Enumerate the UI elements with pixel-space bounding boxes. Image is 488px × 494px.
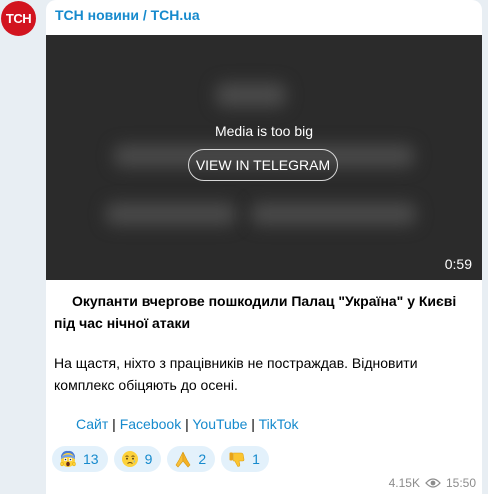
sad-face-icon <box>121 450 139 468</box>
video-duration: 0:59 <box>444 256 472 272</box>
message-meta: 4.15K 15:50 <box>389 476 476 490</box>
post-body: На щастя, ніхто з працівників не постраж… <box>54 355 418 393</box>
headline-text: Окупанти вчергове пошкодили Палац "Украї… <box>54 293 457 331</box>
link-separator: | <box>181 416 193 432</box>
message-bubble: ТСН новини / TCH.ua Media is too big VIE… <box>46 0 482 494</box>
link-separator: | <box>108 416 120 432</box>
video-preview[interactable]: Media is too big VIEW IN TELEGRAM 0:59 <box>46 35 482 280</box>
link-facebook[interactable]: Facebook <box>120 416 181 432</box>
reaction-count: 1 <box>252 451 260 467</box>
reactions-bar: 13 9 2 1 <box>52 446 269 472</box>
reaction-count: 9 <box>144 451 153 467</box>
avatar-text: ТСН <box>5 11 32 26</box>
social-links: Сайт | Facebook | YouTube | TikTok <box>76 416 299 432</box>
reaction-pray[interactable]: 2 <box>167 446 216 472</box>
reaction-thumbs-down[interactable]: 1 <box>221 446 269 472</box>
reaction-count: 13 <box>83 451 99 467</box>
post-headline: Окупанти вчергове пошкодили Палац "Украї… <box>54 290 474 334</box>
message-time: 15:50 <box>445 476 476 490</box>
link-tiktok[interactable]: TikTok <box>259 416 299 432</box>
view-count: 4.15K <box>388 476 420 490</box>
link-separator: | <box>247 416 259 432</box>
reaction-screaming[interactable]: 13 <box>52 446 108 472</box>
link-youtube[interactable]: YouTube <box>192 416 247 432</box>
folded-hands-icon <box>174 450 192 468</box>
channel-name[interactable]: ТСН новини / TCH.ua <box>55 7 200 23</box>
media-too-big-message: Media is too big <box>214 123 314 139</box>
link-site[interactable]: Сайт <box>76 416 108 432</box>
screaming-face-icon <box>59 450 77 468</box>
view-in-telegram-button[interactable]: VIEW IN TELEGRAM <box>188 149 338 181</box>
reaction-count: 2 <box>198 451 207 467</box>
channel-avatar[interactable]: ТСН <box>1 1 36 36</box>
reaction-sad[interactable]: 9 <box>113 446 162 472</box>
eye-icon <box>425 477 441 489</box>
thumbs-down-icon <box>228 450 246 468</box>
